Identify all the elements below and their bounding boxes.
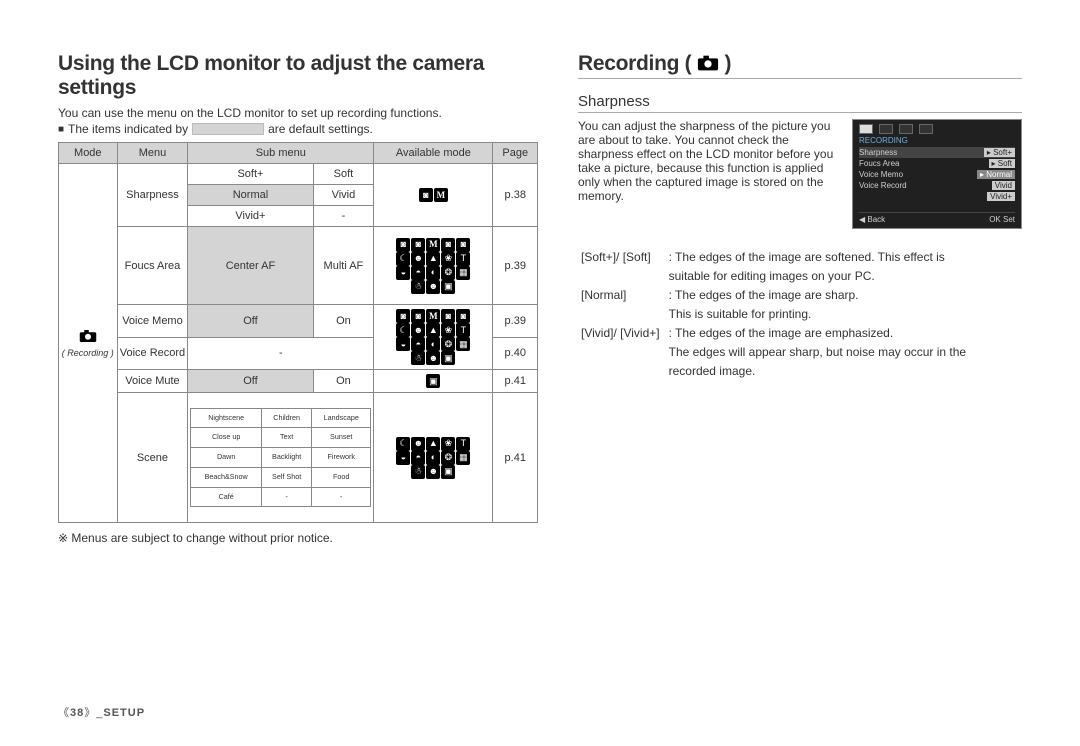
avail-focus: ◙◙M◙◙ ☾☻▲❀T ◒◓◐❂▦ ☃☻▣ — [374, 227, 493, 305]
page-vrecord: p.40 — [493, 337, 538, 370]
menu-vmemo: Voice Memo — [117, 305, 188, 338]
m-icon: M — [434, 188, 448, 202]
dev-tab-play-icon — [899, 124, 913, 134]
def-key-vivid: [Vivid]/ [Vivid+] — [580, 325, 666, 342]
mode-cell: ( Recording ) — [59, 164, 118, 523]
default-settings-note: ■ The items indicated by are default set… — [58, 122, 538, 136]
page-focus: p.39 — [493, 227, 538, 305]
sub-soft: Soft — [313, 164, 374, 185]
default-swatch — [192, 123, 264, 135]
sub-vrecord: - — [188, 337, 374, 370]
sub-normal: Normal — [188, 185, 313, 206]
sub-centeraf: Center AF — [188, 227, 313, 305]
sub-softplus: Soft+ — [188, 164, 313, 185]
bullet-icon: ■ — [58, 124, 64, 135]
sub-vmemo-on: On — [313, 305, 374, 338]
def-val-vivid-a: : The edges of the image are emphasized. — [668, 325, 968, 342]
def-val-soft-a: : The edges of the image are softened. T… — [668, 249, 968, 266]
def-val-soft-b: suitable for editing images on your PC. — [668, 268, 968, 285]
page-vmute: p.41 — [493, 370, 538, 393]
sub-dash: - — [313, 206, 374, 227]
dev-tab-camera-icon — [859, 124, 873, 134]
sub-scene-grid: NightsceneChildrenLandscape Close upText… — [188, 393, 374, 523]
page-scene: p.41 — [493, 393, 538, 523]
th-mode: Mode — [59, 143, 118, 164]
dev-set: OK Set — [989, 215, 1015, 224]
avail-vmute: ▣ — [374, 370, 493, 393]
device-screenshot: RECORDING Sharpness▸ Soft+ Foucs Area▸ S… — [852, 119, 1022, 229]
right-column: Recording ( ) Sharpness You can adjust t… — [578, 52, 1022, 545]
avail-vmemo: ◙◙M◙◙ ☾☻▲❀T ◒◓◐❂▦ ☃☻▣ — [374, 305, 493, 370]
manual-page: Using the LCD monitor to adjust the came… — [0, 0, 1080, 746]
sub-vividplus: Vivid+ — [188, 206, 313, 227]
def-val-vivid-c: recorded image. — [668, 363, 968, 380]
menu-scene: Scene — [117, 393, 188, 523]
sharpness-paragraph: You can adjust the sharpness of the pict… — [578, 119, 842, 229]
dev-tab-setup-icon — [919, 124, 933, 134]
subheading-sharpness: Sharpness — [578, 93, 1022, 113]
def-val-normal-a: : The edges of the image are sharp. — [668, 287, 968, 304]
th-avail: Available mode — [374, 143, 493, 164]
avail-sharpness: ◙M — [374, 164, 493, 227]
def-val-vivid-b: The edges will appear sharp, but noise m… — [668, 344, 968, 361]
sub-vmute-on: On — [313, 370, 374, 393]
page-footer: 《38》_SETUP — [58, 704, 145, 720]
right-title: Recording ( ) — [578, 52, 1022, 79]
left-intro: You can use the menu on the LCD monitor … — [58, 106, 538, 120]
th-page: Page — [493, 143, 538, 164]
definition-list: [Soft+]/ [Soft] : The edges of the image… — [578, 247, 969, 382]
dev-header: RECORDING — [859, 136, 1015, 145]
th-sub: Sub menu — [188, 143, 374, 164]
def-key-soft: [Soft+]/ [Soft] — [580, 249, 666, 266]
th-menu: Menu — [117, 143, 188, 164]
page-sharpness: p.38 — [493, 164, 538, 227]
menu-vrecord: Voice Record — [117, 337, 188, 370]
cam-icon: ◙ — [419, 188, 433, 202]
menu-sharpness: Sharpness — [117, 164, 188, 227]
left-column: Using the LCD monitor to adjust the came… — [58, 52, 538, 545]
def-key-normal: [Normal] — [580, 287, 666, 304]
dev-tab-sound-icon — [879, 124, 893, 134]
def-val-normal-b: This is suitable for printing. — [668, 306, 968, 323]
avail-scene: ☾☻▲❀T ◒◓◐❂▦ ☃☻▣ — [374, 393, 493, 523]
sub-multiaf: Multi AF — [313, 227, 374, 305]
left-title: Using the LCD monitor to adjust the came… — [58, 52, 538, 100]
page-vmemo: p.39 — [493, 305, 538, 338]
camera-icon — [79, 329, 97, 343]
camera-icon — [697, 54, 719, 72]
settings-table: Mode Menu Sub menu Available mode Page (… — [58, 142, 538, 523]
dev-back: ◀ Back — [859, 215, 885, 224]
sub-vmute-off: Off — [188, 370, 313, 393]
menu-vmute: Voice Mute — [117, 370, 188, 393]
table-footnote: ※ Menus are subject to change without pr… — [58, 531, 538, 545]
sub-vivid: Vivid — [313, 185, 374, 206]
menu-focus: Foucs Area — [117, 227, 188, 305]
sub-vmemo-off: Off — [188, 305, 313, 338]
